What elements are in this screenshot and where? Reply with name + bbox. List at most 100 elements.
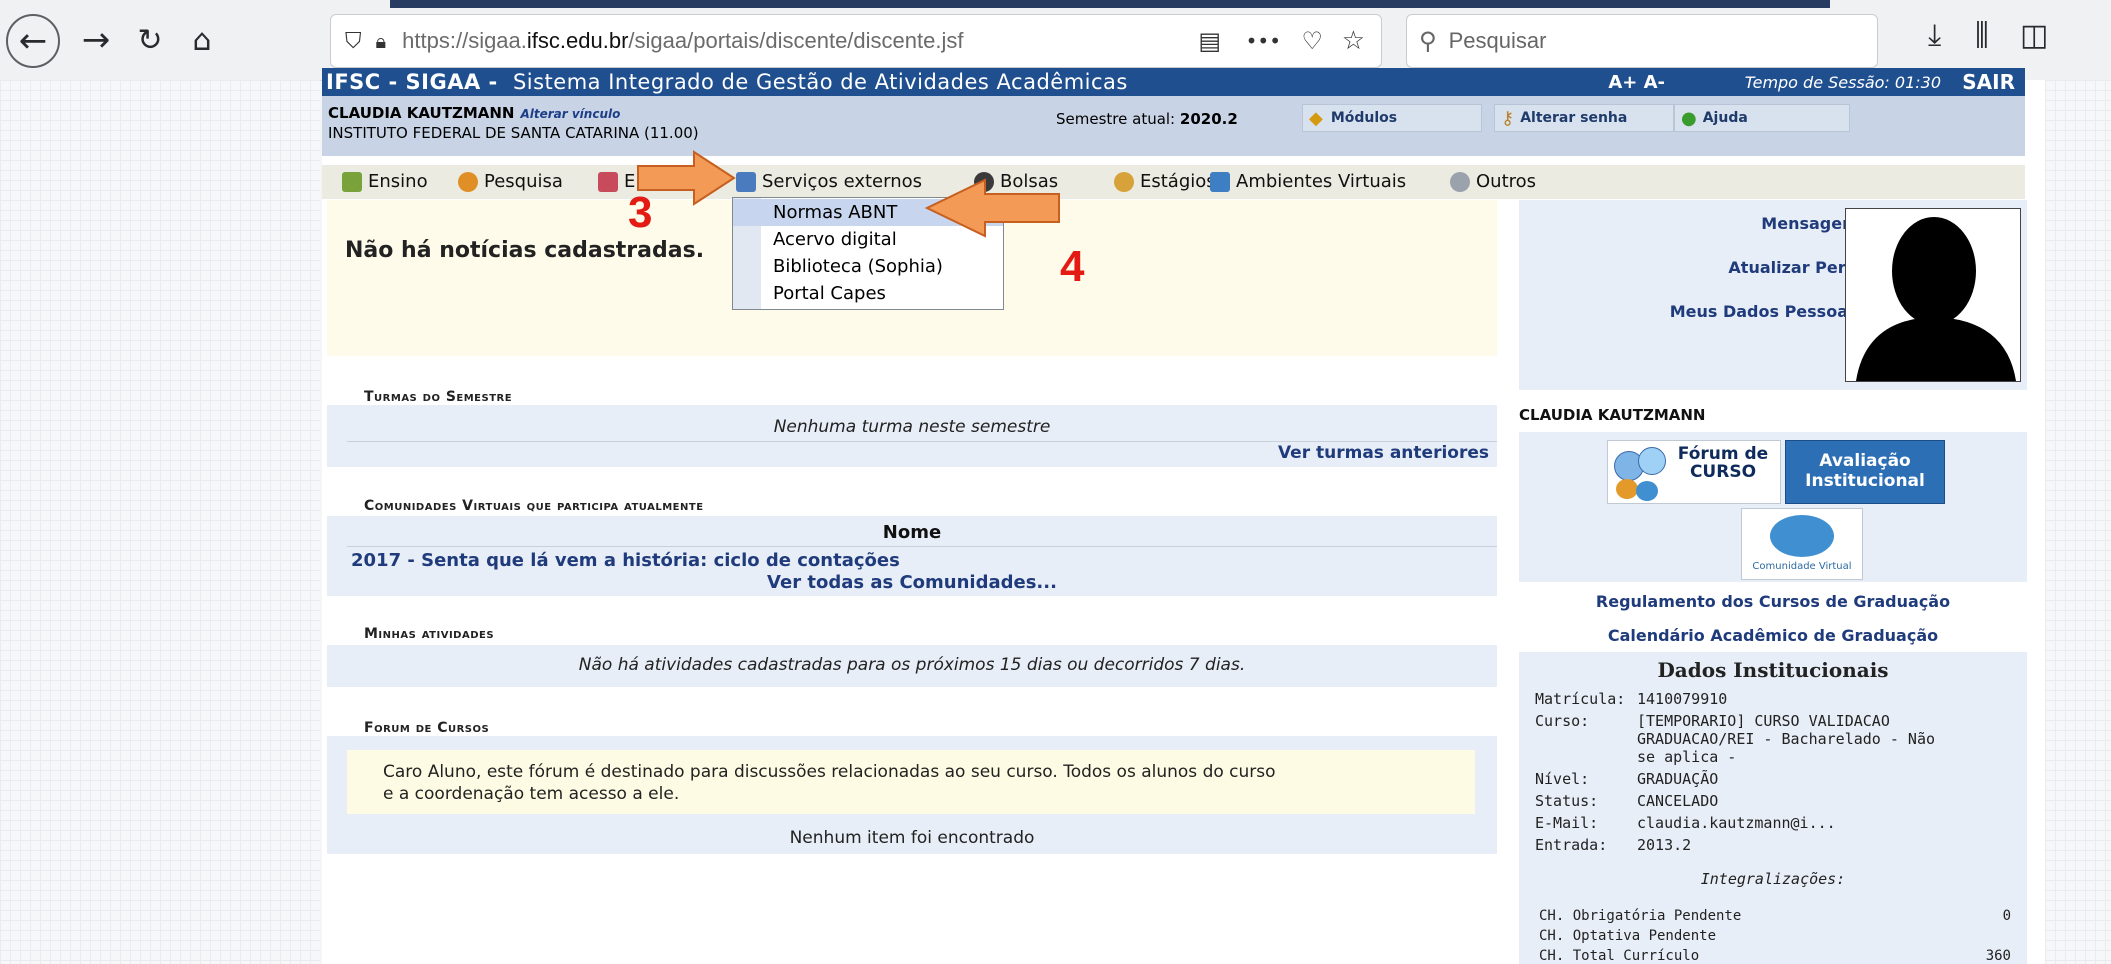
turmas-title: Turmas do Semestre	[364, 389, 513, 405]
forum-empty: Nenhum item foi encontrado	[789, 828, 1035, 848]
turmas-box: Nenhuma turma neste semestre Ver turmas …	[327, 405, 1497, 467]
info-value: 2013.2	[1637, 836, 1692, 854]
forum-description-line2: e a coordenação tem acesso a ele.	[383, 784, 680, 804]
user-name: CLAUDIA KAUTZMANN Alterar vínculo	[328, 104, 621, 122]
dropdown-item-portal-capes[interactable]: Portal Capes	[733, 280, 1003, 307]
integ-label: CH. Optativa Pendente	[1539, 928, 1717, 944]
help-button[interactable]: ● Ajuda	[1674, 104, 1850, 132]
sidebar-icon[interactable]: ◫	[2020, 18, 2048, 53]
back-arrow-icon[interactable]: ←	[6, 14, 60, 68]
atividades-title: Minhas atividades	[364, 626, 495, 642]
browser-search-input[interactable]: ⚲ Pesquisar	[1406, 14, 1878, 68]
info-value: GRADUAÇÃO	[1637, 770, 1719, 788]
page-background-left	[0, 80, 320, 964]
people-icon	[1114, 171, 1134, 192]
news-empty-message: Não há notícias cadastradas.	[345, 238, 705, 263]
atualizar-perfil-link[interactable]: Atualizar Perfil	[1728, 258, 1863, 277]
menu-pesquisa[interactable]: Pesquisa	[458, 171, 563, 192]
forum-box: Caro Aluno, este fórum é destinado para …	[327, 736, 1497, 854]
integ-label: CH. Obrigatória Pendente	[1539, 908, 1742, 924]
semester: Semestre atual: 2020.2	[1056, 110, 1238, 128]
comunidade-link[interactable]: 2017 - Senta que lá vem a história: cicl…	[351, 550, 900, 571]
info-label: Matrícula:	[1535, 690, 1626, 708]
atividades-box: Não há atividades cadastradas para os pr…	[327, 645, 1497, 687]
forum-title: Forum de Cursos	[364, 720, 490, 736]
dados-pessoais-link[interactable]: Meus Dados Pessoais	[1670, 302, 1863, 321]
tab-strip	[390, 0, 1830, 8]
sigaa-title-bar: IFSC - SIGAA - Sistema Integrado de Gest…	[322, 68, 2025, 96]
menu-ensino[interactable]: Ensino	[342, 171, 428, 192]
info-label: E-Mail:	[1535, 814, 1599, 832]
virtual-env-icon	[1210, 171, 1230, 192]
pocket-icon[interactable]: ♡	[1301, 27, 1323, 55]
info-value: se aplica -	[1637, 748, 1737, 766]
extension-icon	[598, 171, 618, 192]
page-actions-icon[interactable]: •••	[1246, 29, 1281, 53]
system-title: IFSC - SIGAA - Sistema Integrado de Gest…	[326, 70, 1128, 94]
integ-value: 360	[1985, 948, 2011, 964]
comunidades-title: Comunidades Virtuais que participa atual…	[364, 498, 704, 514]
info-label: Status:	[1535, 792, 1599, 810]
avaliacao-institucional-badge[interactable]: Avaliação Institucional	[1785, 440, 1945, 504]
main-menu: Ensino Pesquisa E Serviços externos Bols…	[322, 165, 2025, 199]
annotation-number-3: 3	[628, 188, 653, 237]
forum-description-line1: Caro Aluno, este fórum é destinado para …	[383, 762, 1276, 782]
comunidade-virtual-badge[interactable]: Comunidade Virtual	[1741, 508, 1863, 580]
shield-icon: ⛉	[345, 28, 362, 54]
help-icon: ●	[1681, 107, 1697, 129]
download-icon[interactable]: ⤓	[1928, 18, 1941, 53]
modules-icon: ◆	[1309, 107, 1323, 129]
institution: INSTITUTO FEDERAL DE SANTA CATARINA (11.…	[328, 124, 699, 142]
annotation-number-4: 4	[1060, 242, 1085, 291]
page-background-right	[2045, 80, 2111, 964]
integralizacoes-title: Integralizações:	[1700, 870, 1846, 888]
reload-icon[interactable]: ↻	[124, 14, 176, 66]
atividades-empty: Não há atividades cadastradas para os pr…	[578, 655, 1246, 675]
font-size-controls[interactable]: A+ A-	[1608, 72, 1665, 93]
menu-outros[interactable]: Outros	[1450, 171, 1536, 192]
other-icon	[1450, 171, 1470, 192]
ver-comunidades-link[interactable]: Ver todas as Comunidades...	[327, 572, 1497, 593]
search-placeholder: Pesquisar	[1448, 28, 1547, 53]
turmas-anteriores-link[interactable]: Ver turmas anteriores	[1278, 443, 1489, 463]
change-password-button[interactable]: ⚷ Alterar senha	[1494, 104, 1674, 132]
dropdown-item-biblioteca[interactable]: Biblioteca (Sophia)	[733, 253, 1003, 280]
info-label: Curso:	[1535, 712, 1590, 730]
modules-button[interactable]: ◆ Módulos	[1302, 104, 1482, 132]
reader-view-icon[interactable]: ▤	[1198, 27, 1221, 55]
info-label: Entrada:	[1535, 836, 1608, 854]
library-icon[interactable]: ⫼	[1975, 18, 1989, 53]
change-link[interactable]: Alterar vínculo	[520, 107, 620, 121]
address-bar[interactable]: ⛉ 🔒︎ https://sigaa.ifsc.edu.br/sigaa/por…	[330, 14, 1382, 68]
comunidades-box: Nome 2017 - Senta que lá vem a história:…	[327, 516, 1497, 596]
lock-icon: 🔒︎	[375, 29, 387, 53]
menu-estagios[interactable]: Estágios	[1114, 171, 1216, 192]
profile-sidebar: Mensagens Atualizar Perfil Meus Dados Pe…	[1519, 200, 2027, 964]
menu-ambientes-virtuais[interactable]: Ambientes Virtuais	[1210, 171, 1406, 192]
profile-name: CLAUDIA KAUTZMANN	[1519, 406, 1706, 424]
calendario-link[interactable]: Calendário Acadêmico de Graduação	[1519, 626, 2027, 645]
turmas-empty: Nenhuma turma neste semestre	[773, 417, 1051, 437]
session-timer: Tempo de Sessão: 01:30	[1744, 72, 1941, 92]
info-label: Nível:	[1535, 770, 1590, 788]
home-icon[interactable]: ⌂	[176, 14, 228, 66]
menu-servicos-externos[interactable]: Serviços externos	[736, 171, 922, 192]
info-value: CANCELADO	[1637, 792, 1719, 810]
forward-arrow-icon[interactable]: →	[70, 14, 122, 66]
search-icon: ⚲	[1419, 27, 1437, 55]
annotation-arrow-4	[925, 178, 1060, 238]
logout-button[interactable]: SAIR	[1962, 70, 2015, 94]
avatar	[1845, 208, 2021, 382]
regulamento-link[interactable]: Regulamento dos Cursos de Graduação	[1519, 592, 2027, 611]
flask-icon	[458, 171, 478, 192]
info-value: GRADUACAO/REI - Bacharelado - Não	[1637, 730, 1936, 748]
url-text: https://sigaa.ifsc.edu.br/sigaa/portais/…	[402, 28, 964, 53]
comunidades-column-header: Nome	[882, 522, 942, 543]
dados-institucionais-title: Dados Institucionais	[1657, 658, 1889, 682]
forum-curso-badge[interactable]: Fórum de CURSO	[1607, 440, 1781, 504]
bookmark-star-icon[interactable]: ☆	[1342, 26, 1365, 56]
info-value: 1410079910	[1637, 690, 1728, 708]
info-value: [TEMPORARIO] CURSO VALIDACAO	[1637, 712, 1890, 730]
integ-label: CH. Total Currículo	[1539, 948, 1700, 964]
info-value: claudia.kautzmann@i...	[1637, 814, 1836, 832]
